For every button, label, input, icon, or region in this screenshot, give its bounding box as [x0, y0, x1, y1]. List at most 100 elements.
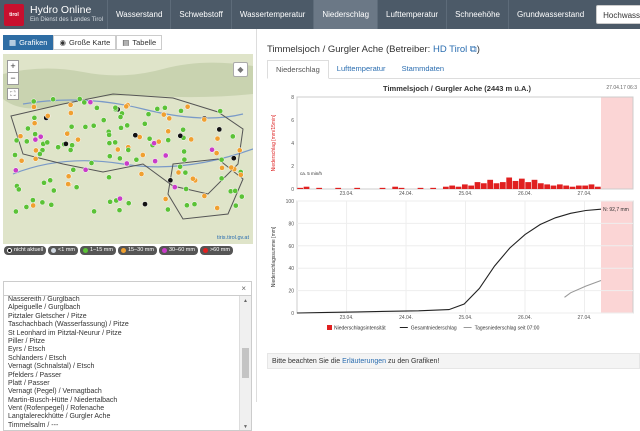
station-marker[interactable]: [214, 135, 221, 142]
station-marker[interactable]: [181, 156, 188, 163]
station-marker[interactable]: [162, 104, 168, 111]
clear-search-icon[interactable]: ×: [241, 284, 246, 293]
map-credit[interactable]: tiris.tirol.gv.at: [217, 235, 249, 241]
list-item[interactable]: Langtalereckhütte / Gurgler Ache: [4, 413, 239, 421]
station-marker[interactable]: [188, 136, 195, 143]
station-marker[interactable]: [165, 206, 171, 213]
station-marker[interactable]: [65, 181, 71, 187]
station-marker[interactable]: [81, 99, 88, 106]
list-item[interactable]: Timmelsalm / ---: [4, 422, 239, 430]
station-marker[interactable]: [112, 139, 119, 146]
station-marker[interactable]: [31, 114, 38, 121]
nav-schwebstoff[interactable]: Schwebstoff: [170, 0, 230, 29]
station-marker[interactable]: [32, 155, 39, 162]
station-marker[interactable]: [219, 165, 225, 171]
station-marker[interactable]: [13, 137, 20, 144]
station-marker[interactable]: [177, 132, 184, 139]
station-marker[interactable]: [146, 135, 153, 142]
nav-grundwasserstand[interactable]: Grundwasserstand: [508, 0, 592, 29]
station-marker[interactable]: [141, 120, 148, 127]
station-map[interactable]: + − ⛶ ◆ tiris.tirol.gv.at: [3, 54, 253, 244]
station-marker[interactable]: [201, 116, 208, 123]
legend-30-60[interactable]: 30–60 mm: [158, 246, 198, 255]
fullscreen-button[interactable]: ⛶: [7, 88, 19, 100]
station-marker[interactable]: [32, 136, 39, 143]
station-marker[interactable]: [23, 204, 30, 210]
station-marker[interactable]: [191, 201, 198, 208]
legend-lt1[interactable]: <1 mm: [48, 246, 79, 255]
station-marker[interactable]: [180, 126, 186, 133]
station-marker[interactable]: [125, 147, 132, 153]
station-marker[interactable]: [201, 193, 208, 199]
station-marker[interactable]: [67, 147, 74, 153]
station-marker[interactable]: [154, 106, 161, 112]
station-marker[interactable]: [160, 111, 167, 118]
station-list[interactable]: Nassereith / Gurglbach Alpeiguelle / Gurg…: [3, 295, 252, 431]
station-marker[interactable]: [33, 147, 39, 154]
station-marker[interactable]: [166, 115, 173, 122]
list-item[interactable]: Pfelders / Passer: [4, 372, 239, 380]
list-item[interactable]: Vernagt (Schnalstal) / Etsch: [4, 363, 239, 371]
list-item[interactable]: Vent (Rofenpegel) / Rofenache: [4, 405, 239, 413]
nav-wassertemperatur[interactable]: Wassertemperatur: [230, 0, 314, 29]
station-marker[interactable]: [182, 169, 189, 176]
external-link-icon[interactable]: ⧉: [470, 44, 477, 55]
list-item[interactable]: Platt / Passer: [4, 380, 239, 388]
station-marker[interactable]: [230, 155, 237, 162]
station-marker[interactable]: [73, 184, 80, 191]
station-marker[interactable]: [75, 136, 81, 143]
legend-gt60[interactable]: >60 mm: [199, 246, 233, 255]
station-marker[interactable]: [133, 156, 140, 163]
explanations-link[interactable]: Erläuterungen: [342, 358, 386, 365]
list-item[interactable]: Taschachbach (Wasserfassung) / Pitze: [4, 321, 239, 329]
station-marker[interactable]: [218, 175, 225, 182]
station-marker[interactable]: [41, 179, 47, 186]
station-marker[interactable]: [167, 177, 174, 184]
legend-15-30[interactable]: 15–30 mm: [117, 246, 157, 255]
list-item[interactable]: St Leonhard im Pitztal-Neurur / Pitze: [4, 330, 239, 338]
nav-niederschlag[interactable]: Niederschlag: [313, 0, 378, 29]
nav-hochwasserinfo[interactable]: Hochwasserinfo: [596, 5, 640, 24]
station-marker[interactable]: [12, 152, 18, 158]
station-marker[interactable]: [175, 169, 182, 176]
list-item[interactable]: Eyrs / Etsch: [4, 346, 239, 354]
table-button[interactable]: ▤ Tabelle: [116, 35, 163, 50]
station-marker[interactable]: [48, 201, 55, 208]
station-marker[interactable]: [12, 167, 19, 174]
tab-lufttemperatur[interactable]: Lufttemperatur: [329, 60, 394, 79]
scroll-up-icon[interactable]: ▲: [243, 298, 248, 304]
station-marker[interactable]: [138, 171, 145, 177]
station-marker[interactable]: [123, 103, 130, 110]
station-marker[interactable]: [15, 186, 22, 193]
station-marker[interactable]: [17, 133, 24, 140]
station-marker[interactable]: [68, 123, 75, 130]
station-marker[interactable]: [232, 202, 239, 209]
legend-1-15[interactable]: 1–15 mm: [80, 246, 116, 255]
station-marker[interactable]: [229, 133, 236, 140]
station-marker[interactable]: [100, 117, 107, 123]
nav-lufttemperatur[interactable]: Lufttemperatur: [377, 0, 446, 29]
zoom-out-button[interactable]: −: [8, 72, 18, 84]
scroll-down-icon[interactable]: ▼: [243, 424, 248, 430]
station-marker[interactable]: [238, 193, 245, 200]
station-marker[interactable]: [237, 171, 244, 178]
station-marker[interactable]: [31, 120, 38, 127]
list-item[interactable]: Martin-Busch-Hütte / Niedertalbach: [4, 397, 239, 405]
station-marker[interactable]: [177, 163, 183, 170]
station-marker[interactable]: [216, 126, 223, 133]
list-item[interactable]: Schlanders / Etsch: [4, 355, 239, 363]
station-marker[interactable]: [183, 186, 189, 192]
station-marker[interactable]: [228, 164, 235, 171]
station-marker[interactable]: [209, 146, 215, 153]
station-marker[interactable]: [50, 96, 56, 103]
station-marker[interactable]: [64, 130, 71, 137]
station-marker[interactable]: [90, 122, 97, 129]
station-marker[interactable]: [47, 177, 54, 184]
station-marker[interactable]: [107, 198, 113, 205]
station-marker[interactable]: [178, 108, 184, 114]
station-marker[interactable]: [68, 110, 74, 116]
station-marker[interactable]: [123, 160, 130, 167]
station-marker[interactable]: [117, 114, 124, 120]
station-marker[interactable]: [65, 173, 72, 180]
station-marker[interactable]: [184, 202, 190, 209]
